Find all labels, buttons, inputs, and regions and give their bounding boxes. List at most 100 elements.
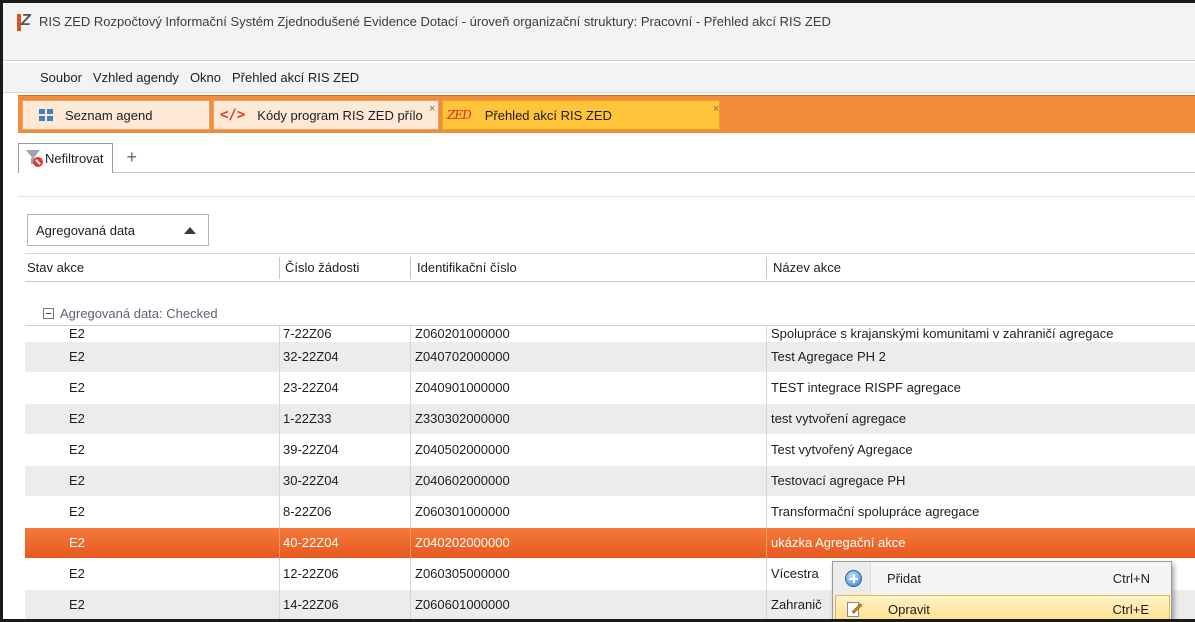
group-row-label: Agregovaná data: Checked — [60, 305, 218, 321]
cell-cislo: 30-22Z04 — [283, 473, 339, 488]
context-menu-item-opravit[interactable]: Opravit Ctrl+E — [835, 595, 1170, 619]
cell-nazev: ukázka Agregační akce — [771, 535, 906, 550]
ris-zed-logo-icon: Z — [17, 12, 33, 31]
cell-nazev: Transformační spolupráce agregace — [771, 504, 980, 519]
context-menu-label: Opravit — [888, 602, 930, 617]
cell-divider — [766, 497, 767, 528]
context-menu-item-pridat[interactable]: Přidat Ctrl+N — [835, 564, 1170, 593]
column-divider[interactable] — [279, 257, 280, 279]
cell-divider — [279, 590, 280, 619]
grid-header: Stav akce Číslo žádosti Identifikační čí… — [25, 253, 1195, 282]
cell-divider — [279, 435, 280, 466]
cell-id: Z060301000000 — [415, 504, 510, 519]
table-row[interactable]: E2 30-22Z04 Z040602000000 Testovací agregac… — [25, 466, 1195, 497]
tab-close-icon[interactable]: × — [713, 103, 719, 115]
toolbar-row — [18, 175, 1195, 197]
cell-stav: E2 — [69, 411, 85, 426]
table-row[interactable]: E2 1-22Z33 Z330302000000 test vytvoření agr… — [25, 404, 1195, 435]
cell-id: Z040702000000 — [415, 349, 510, 364]
tab-close-icon[interactable]: × — [429, 103, 435, 115]
menu-bar: Soubor Vzhled agendy Okno Přehled akcí R… — [3, 63, 1195, 93]
cell-stav: E2 — [69, 349, 85, 364]
group-row[interactable]: Agregovaná data: Checked — [43, 301, 218, 325]
tab-kody-program[interactable]: </> Kódy program RIS ZED přílo × — [213, 100, 439, 130]
cell-id: Z060601000000 — [415, 597, 510, 612]
table-row[interactable]: E2 40-22Z04 Z040202000000 ukázka Agregační … — [25, 528, 1195, 559]
cell-cislo: 23-22Z04 — [283, 380, 339, 395]
tab-seznam-agend[interactable]: Seznam agend — [22, 100, 210, 130]
cell-divider — [766, 528, 767, 559]
menu-soubor[interactable]: Soubor — [40, 70, 82, 85]
cell-stav: E2 — [69, 566, 85, 581]
collapse-icon[interactable] — [43, 307, 54, 319]
no-filter-icon — [25, 149, 43, 167]
cell-divider — [766, 466, 767, 497]
context-menu: Přidat Ctrl+N Opravit Ctrl+E — [832, 561, 1172, 619]
menu-vzhled-agendy[interactable]: Vzhled agendy — [93, 70, 179, 85]
cell-stav: E2 — [69, 473, 85, 488]
zed-icon: ZED — [447, 108, 472, 122]
filter-bar: Nefiltrovat + — [18, 142, 1195, 173]
cell-cislo: 12-22Z06 — [283, 566, 339, 581]
cell-nazev: Spolupráce s krajanskými komunitami v za… — [771, 326, 1114, 341]
group-by-chip[interactable]: Agregovaná data — [27, 214, 209, 246]
title-bar: Z RIS ZED Rozpočtový Informační Systém Z… — [3, 3, 1195, 61]
sort-ascending-icon — [184, 227, 196, 234]
cell-cislo: 7-22Z06 — [283, 326, 332, 341]
cell-cislo: 1-22Z33 — [283, 411, 332, 426]
cell-nazev: Test Agregace PH 2 — [771, 349, 886, 364]
cell-divider — [766, 404, 767, 435]
edit-icon — [846, 601, 863, 619]
cell-divider — [766, 590, 767, 619]
cell-cislo: 39-22Z04 — [283, 442, 339, 457]
table-row[interactable]: E2 23-22Z04 Z040901000000 TEST integrace RI… — [25, 373, 1195, 404]
column-header-cislo[interactable]: Číslo žádosti — [283, 254, 359, 282]
table-row[interactable]: E2 8-22Z06 Z060301000000 Transformační spol… — [25, 497, 1195, 528]
cell-divider — [766, 373, 767, 404]
column-header-id[interactable]: Identifikační číslo — [415, 254, 517, 282]
cell-divider — [279, 404, 280, 435]
cell-divider — [279, 342, 280, 373]
filter-tab-label: Nefiltrovat — [45, 150, 104, 166]
column-divider[interactable] — [410, 257, 411, 279]
window-title: RIS ZED Rozpočtový Informační Systém Zje… — [39, 14, 831, 29]
cell-nazev: Test vytvořený Agregace — [771, 442, 913, 457]
table-row[interactable]: E2 39-22Z04 Z040502000000 Test vytvořený Ag… — [25, 435, 1195, 466]
table-row[interactable]: E2 32-22Z04 Z040702000000 Test Agregace PH … — [25, 342, 1195, 373]
cell-nazev: test vytvoření agregace — [771, 411, 907, 426]
cell-divider — [766, 435, 767, 466]
column-header-stav[interactable]: Stav akce — [25, 254, 84, 282]
tab-label: Přehled akcí RIS ZED — [484, 107, 612, 123]
column-divider[interactable] — [766, 257, 767, 279]
menu-prehled-akci[interactable]: Přehled akcí RIS ZED — [232, 70, 359, 85]
cell-cislo: 40-22Z04 — [283, 535, 339, 550]
table-row[interactable]: E2 7-22Z06 Z060201000000 Spolupráce s kraja… — [25, 326, 1195, 342]
cell-divider — [279, 326, 280, 342]
context-menu-label: Přidat — [887, 571, 921, 586]
cell-divider — [766, 342, 767, 373]
document-tab-strip: Seznam agend </> Kódy program RIS ZED př… — [18, 95, 1195, 133]
filter-tab-nefiltrovat[interactable]: Nefiltrovat — [18, 142, 113, 173]
cell-divider — [766, 326, 767, 342]
cell-id: Z040202000000 — [415, 535, 510, 550]
cell-id: Z330302000000 — [415, 411, 510, 426]
cell-stav: E2 — [69, 504, 85, 519]
tab-label: Seznam agend — [65, 107, 153, 123]
column-header-nazev[interactable]: Název akce — [771, 254, 841, 282]
cell-divider — [766, 559, 767, 590]
group-chip-label: Agregovaná data — [36, 222, 136, 238]
cell-id: Z060305000000 — [415, 566, 510, 581]
add-filter-button[interactable]: + — [127, 147, 138, 168]
context-menu-shortcut: Ctrl+N — [1112, 571, 1150, 586]
cell-divider — [279, 466, 280, 497]
tab-prehled-akci[interactable]: ZED Přehled akcí RIS ZED × — [442, 100, 720, 130]
cell-id: Z040502000000 — [415, 442, 510, 457]
code-icon: </> — [220, 107, 246, 123]
cell-divider — [279, 497, 280, 528]
cell-id: Z040901000000 — [415, 380, 510, 395]
cell-cislo: 14-22Z06 — [283, 597, 339, 612]
app-window: Z RIS ZED Rozpočtový Informační Systém Z… — [0, 0, 1195, 622]
cell-nazev: Testovací agregace PH — [771, 473, 906, 488]
grid-icon — [39, 109, 53, 121]
menu-okno[interactable]: Okno — [190, 70, 221, 85]
